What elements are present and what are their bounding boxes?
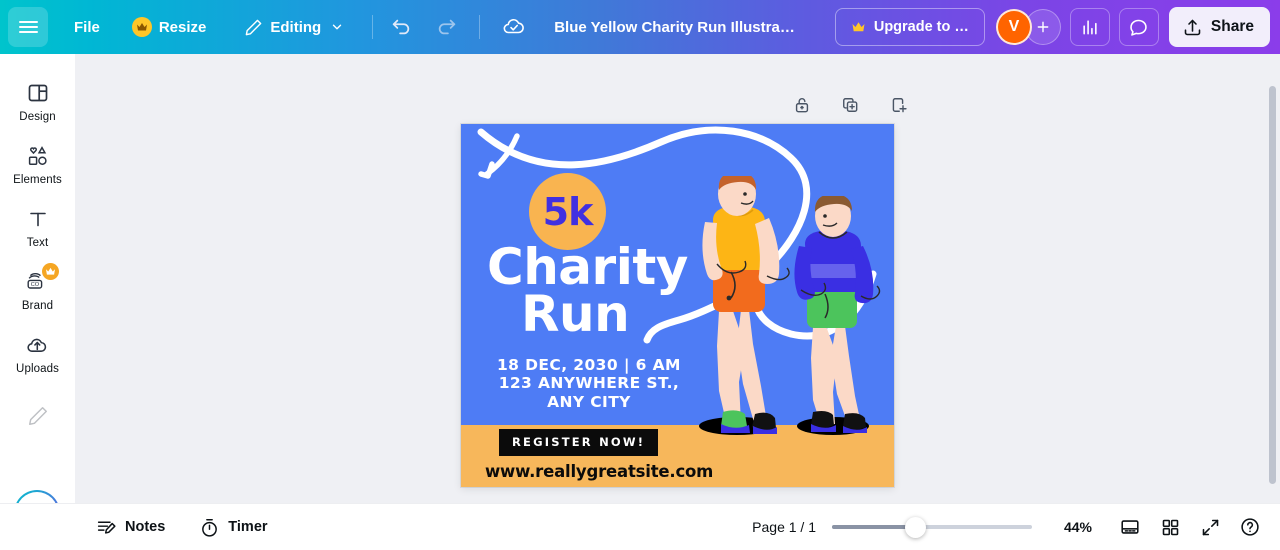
avatar[interactable]: V [995, 9, 1032, 45]
share-label: Share [1210, 18, 1254, 35]
distance-badge-label: 5k [542, 189, 594, 234]
sidebar-item-uploads[interactable]: Uploads [7, 324, 69, 381]
crown-icon [41, 263, 59, 280]
grid-thumbnails-icon[interactable] [1154, 511, 1186, 543]
comment-button[interactable] [1118, 8, 1159, 46]
unlock-padlock-icon[interactable] [789, 92, 815, 118]
canva-editor-window: File Resize Editing Blue Yellow Charity … [0, 0, 1280, 550]
top-toolbar: File Resize Editing Blue Yellow Charity … [0, 0, 1280, 54]
poster-address-line1: 123 ANYWHERE ST., [498, 374, 680, 393]
svg-text:CO: CO [30, 282, 39, 288]
file-menu-button[interactable]: File [62, 8, 112, 46]
sidebar-item-design[interactable]: Design [7, 72, 69, 129]
hamburger-bar [18, 30, 38, 33]
toolbar-divider-2 [479, 15, 481, 39]
zoom-slider[interactable] [832, 516, 1032, 538]
runner-illustration-right [794, 196, 881, 435]
notes-pencil-icon [96, 517, 117, 538]
bottom-toolbar: Notes Timer Page 1 / 1 44% [0, 503, 1280, 550]
poster-event-details: 18 DEC, 2030 | 6 AM 123 ANYWHERE ST., AN… [497, 356, 681, 411]
canvas-vertical-scrollbar[interactable] [1269, 86, 1276, 484]
design-layout-icon [25, 80, 51, 106]
sidebar-item-draw[interactable] [7, 395, 69, 435]
sidebar-item-elements[interactable]: Elements [7, 135, 69, 192]
text-t-icon [25, 206, 51, 232]
page-toolbar [789, 92, 911, 118]
upload-cloud-icon [25, 332, 51, 358]
add-page-icon[interactable] [885, 92, 911, 118]
sidebar-item-label: Text [26, 237, 49, 249]
editing-mode-button[interactable]: Editing [232, 8, 356, 46]
pencil-icon [244, 18, 263, 37]
resize-label: Resize [158, 18, 207, 36]
sidebar-item-text[interactable]: Text [7, 198, 69, 255]
chevron-down-icon [330, 20, 344, 34]
pencil-draw-icon [25, 403, 51, 429]
share-button[interactable]: Share [1168, 7, 1270, 47]
zoom-slider-thumb[interactable] [905, 516, 926, 538]
poster-website-url: www.reallygreatsite.com [485, 462, 714, 481]
register-cta: REGISTER NOW! [499, 429, 659, 456]
stopwatch-icon [199, 517, 220, 538]
canvas-area: 5k Charity Run 18 DEC, 2030 | 6 AM 123 A… [75, 54, 1280, 550]
charity-run-poster: 5k Charity Run 18 DEC, 2030 | 6 AM 123 A… [461, 124, 894, 487]
hamburger-menu-icon[interactable] [8, 7, 48, 47]
file-menu-label: File [74, 18, 100, 36]
page-indicator: Page 1 / 1 [752, 519, 816, 535]
timer-label: Timer [228, 519, 268, 535]
document-title[interactable]: Blue Yellow Charity Run Illustrativ… [544, 12, 809, 43]
upgrade-label: Upgrade to … [873, 19, 969, 35]
sidebar-item-brand[interactable]: CO Brand [7, 261, 69, 318]
upgrade-button[interactable]: Upgrade to … [834, 8, 985, 46]
sidebar-item-label: Uploads [16, 363, 59, 375]
cloud-saved-check-icon[interactable] [494, 7, 534, 47]
expand-fullscreen-icon[interactable] [1194, 511, 1226, 543]
poster-title: Charity Run [487, 242, 692, 343]
notes-button[interactable]: Notes [86, 510, 175, 544]
upload-share-icon [1182, 17, 1203, 38]
redo-icon[interactable] [427, 7, 467, 47]
undo-icon[interactable] [381, 7, 421, 47]
crown-icon [131, 17, 152, 37]
insights-button[interactable] [1069, 8, 1110, 46]
toolbar-divider [372, 15, 374, 39]
timer-button[interactable]: Timer [189, 510, 277, 544]
zoom-level[interactable]: 44% [1054, 519, 1092, 535]
hamburger-bar [18, 21, 38, 24]
brand-kit-icon: CO [25, 263, 59, 295]
sidebar-item-label: Elements [13, 174, 62, 186]
poster-title-line2: Run [521, 285, 630, 343]
help-question-icon[interactable] [1234, 511, 1266, 543]
notes-label: Notes [125, 519, 166, 535]
resize-button[interactable]: Resize [120, 8, 219, 46]
poster-date-line: 18 DEC, 2030 | 6 AM [497, 356, 681, 374]
sidebar-item-label: Design [19, 111, 56, 123]
page-view-icon[interactable] [1114, 511, 1146, 543]
left-sidebar: Design Elements Text CO Brand Uploads [0, 54, 75, 550]
zoom-slider-fill [832, 525, 916, 529]
sidebar-item-label: Brand [21, 300, 54, 312]
shapes-icon [25, 143, 51, 169]
poster-address-line2: ANY CITY [547, 392, 631, 411]
collaborators: V [995, 9, 1061, 45]
editing-label: Editing [270, 18, 322, 36]
hamburger-bar [18, 25, 38, 29]
crown-icon [851, 21, 866, 33]
design-canvas[interactable]: 5k Charity Run 18 DEC, 2030 | 6 AM 123 A… [461, 124, 894, 487]
duplicate-page-icon[interactable] [837, 92, 863, 118]
